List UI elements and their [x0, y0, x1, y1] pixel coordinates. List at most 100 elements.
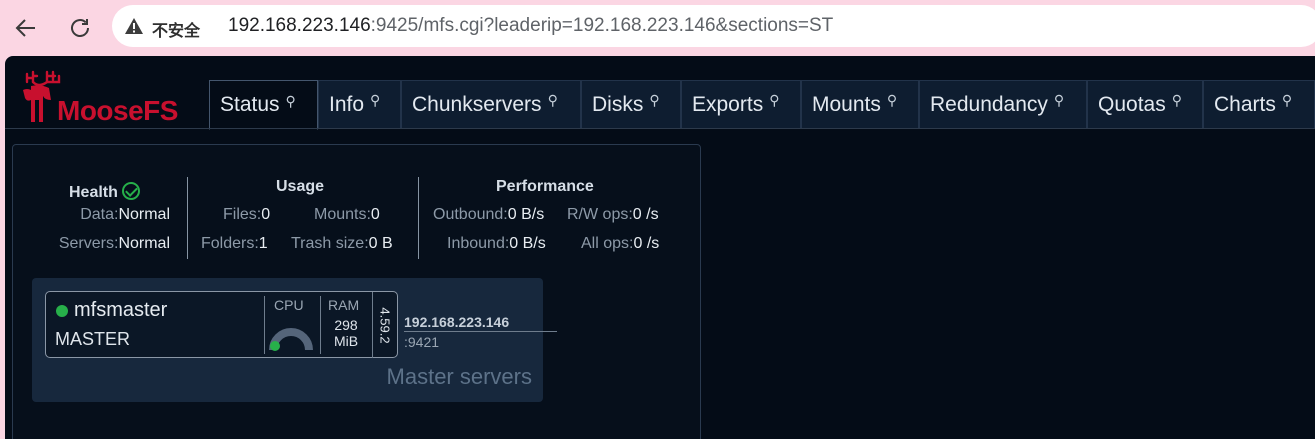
server-name: mfsmaster [74, 299, 168, 321]
folders-row: Folders:1 [201, 235, 268, 253]
tab-redundancy[interactable]: Redundancy ⚲ [919, 80, 1087, 128]
tab-label: Mounts [812, 92, 881, 116]
pin-icon[interactable]: ⚲ [548, 92, 558, 109]
ip-underline [404, 331, 557, 332]
files-label: Files: [223, 206, 262, 223]
master-servers-title: Master servers [386, 364, 532, 389]
health-heading: Health [69, 179, 140, 202]
files-value: 0 [261, 206, 271, 223]
check-circle-icon [121, 182, 140, 200]
trash-row: Trash size:0 B [291, 235, 393, 253]
url-path: :9425/mfs.cgi?leaderip=192.168.223.146&s… [370, 15, 834, 36]
rw-ops-label: R/W ops: [567, 206, 633, 223]
usage-heading: Usage [276, 178, 325, 195]
all-ops-label: All ops: [581, 235, 634, 252]
tab-label: Charts [1214, 92, 1276, 116]
tab-label: Redundancy [930, 92, 1048, 116]
health-title: Health [69, 184, 118, 201]
data-label: Data: [80, 206, 119, 223]
pin-icon[interactable]: ⚲ [887, 92, 897, 109]
servers-label: Servers: [58, 235, 119, 252]
pin-icon[interactable]: ⚲ [1054, 92, 1064, 109]
outbound-row: Outbound:0 B/s [433, 206, 544, 224]
inbound-value: 0 B/s [509, 235, 546, 252]
rw-ops-row: R/W ops:0 /s [567, 206, 659, 224]
tab-bar: MooseFS Status ⚲ Info ⚲ Chunkservers ⚲ Disk… [5, 56, 1315, 130]
pin-icon[interactable]: ⚲ [1282, 92, 1292, 109]
folders-value: 1 [258, 235, 268, 252]
ram-amount: 298 [334, 317, 358, 333]
tab-chunkservers[interactable]: Chunkservers ⚲ [401, 80, 581, 128]
tab-label: Disks [592, 92, 644, 116]
inbound-label: Inbound: [447, 235, 510, 252]
mounts-row: Mounts:0 [314, 206, 380, 224]
tab-quotas[interactable]: Quotas ⚲ [1087, 80, 1203, 128]
logo-text: MooseFS [57, 95, 178, 126]
all-ops-value: 0 /s [633, 235, 660, 252]
reload-button[interactable] [62, 10, 98, 46]
tab-label: Info [329, 92, 365, 116]
cpu-gauge-icon [269, 328, 313, 351]
ram-label: RAM [328, 297, 360, 313]
inbound-row: Inbound:0 B/s [447, 235, 546, 253]
back-arrow-icon [15, 19, 35, 37]
health-servers-row: Servers:Normal [59, 235, 170, 253]
data-value: Normal [118, 206, 170, 223]
url-text[interactable]: 192.168.223.146:9425/mfs.cgi?leaderip=19… [228, 15, 833, 37]
performance-heading: Performance [496, 178, 594, 195]
divider [320, 296, 321, 354]
pin-icon[interactable]: ⚲ [1172, 92, 1182, 109]
outbound-label: Outbound: [433, 206, 508, 223]
server-port: :9421 [404, 334, 440, 350]
master-server-card[interactable]: mfsmaster MASTER CPU RAM 298 MiB 4.59.2 [45, 291, 398, 358]
ram-unit: MiB [333, 333, 359, 349]
address-bar[interactable]: 不安全 192.168.223.146:9425/mfs.cgi?leaderi… [112, 5, 1315, 47]
tab-label: Quotas [1098, 92, 1166, 116]
tab-bar-divider [5, 128, 1315, 129]
cpu-label: CPU [274, 297, 304, 313]
folders-label: Folders: [201, 235, 259, 252]
master-servers-section: mfsmaster MASTER CPU RAM 298 MiB 4.59.2 … [32, 278, 557, 402]
ram-value: 298 MiB [328, 317, 364, 349]
tab-label: Status [220, 93, 280, 116]
tab-disks[interactable]: Disks ⚲ [581, 80, 681, 128]
version-box: 4.59.2 [373, 292, 398, 358]
tab-info[interactable]: Info ⚲ [318, 80, 401, 128]
moose-icon [23, 70, 61, 122]
security-label[interactable]: 不安全 [152, 17, 200, 41]
tab-label: Exports [692, 92, 764, 116]
pin-icon[interactable]: ⚲ [649, 92, 659, 109]
version-text: 4.59.2 [378, 306, 393, 344]
all-ops-row: All ops:0 /s [581, 235, 659, 253]
tab-label: Chunkservers [412, 92, 542, 116]
files-row: Files:0 [223, 206, 270, 224]
moosefs-logo[interactable]: MooseFS [21, 70, 211, 126]
pin-icon[interactable]: ⚲ [286, 93, 296, 110]
tab-exports[interactable]: Exports ⚲ [681, 80, 801, 128]
servers-value: Normal [118, 235, 170, 252]
divider [418, 177, 419, 259]
mounts-label: Mounts: [314, 206, 371, 223]
pin-icon[interactable]: ⚲ [769, 92, 779, 109]
tab-status[interactable]: Status ⚲ [209, 80, 318, 130]
status-dot [56, 305, 68, 317]
trash-label: Trash size: [291, 235, 369, 252]
pin-icon[interactable]: ⚲ [370, 92, 380, 109]
browser-toolbar: 不安全 192.168.223.146:9425/mfs.cgi?leaderi… [0, 0, 1315, 56]
tab-charts[interactable]: Charts ⚲ [1203, 80, 1315, 128]
warning-icon[interactable] [124, 16, 144, 36]
server-ip: 192.168.223.146 [404, 314, 510, 330]
health-data-row: Data:Normal [80, 206, 170, 224]
divider [264, 296, 265, 354]
url-host: 192.168.223.146 [228, 15, 371, 36]
mfs-app: MooseFS Status ⚲ Info ⚲ Chunkservers ⚲ Disk… [5, 56, 1315, 439]
reload-icon [71, 19, 89, 37]
trash-value: 0 B [368, 235, 393, 252]
back-button[interactable] [8, 10, 44, 46]
divider [187, 177, 188, 259]
mounts-value: 0 [370, 206, 380, 223]
server-role: MASTER [55, 329, 131, 349]
tab-mounts[interactable]: Mounts ⚲ [801, 80, 919, 128]
rw-ops-value: 0 /s [632, 206, 659, 223]
outbound-value: 0 B/s [507, 206, 545, 223]
